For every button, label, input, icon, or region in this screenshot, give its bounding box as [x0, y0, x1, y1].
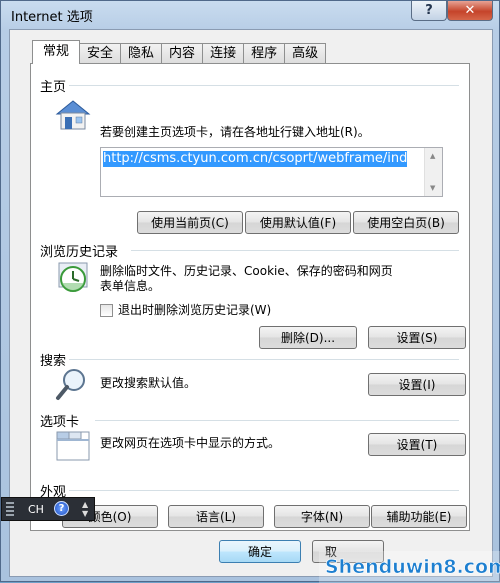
house-icon: [55, 100, 91, 130]
internet-options-window: Internet 选项 ? ✕ 常规 安全 隐私 内容 连接 程序 高级 主页 …: [0, 0, 500, 583]
history-description-line2: 表单信息。: [100, 279, 161, 293]
tab-strip: 常规 安全 隐私 内容 连接 程序 高级: [32, 40, 327, 64]
tab-security[interactable]: 安全: [79, 43, 122, 64]
tabs-settings-button[interactable]: 设置(T): [368, 433, 466, 456]
history-clock-icon: [58, 262, 88, 292]
magnifier-icon: [56, 369, 85, 400]
language-bar-grip[interactable]: [6, 502, 14, 516]
close-button[interactable]: ✕: [447, 1, 493, 21]
delete-on-exit-label[interactable]: 退出时删除浏览历史记录(W): [118, 303, 271, 318]
tab-connections[interactable]: 连接: [202, 43, 245, 64]
home-group-title: 主页: [40, 80, 67, 95]
accessibility-button[interactable]: 辅助功能(E): [371, 505, 467, 528]
history-group-title: 浏览历史记录: [40, 245, 119, 260]
dialog-client-area: 常规 安全 隐私 内容 连接 程序 高级 主页 若要创建主页选项卡，请在各地址行…: [9, 29, 493, 577]
watermark-text: Shenduwin8.com: [325, 556, 500, 578]
home-url-textarea[interactable]: http://csms.ctyun.com.cn/csoprt/webframe…: [100, 147, 443, 197]
tabs-window-icon: [56, 431, 90, 461]
scroll-down-icon[interactable]: ▼: [430, 184, 435, 192]
tabs-description: 更改网页在选项卡中显示的方式。: [100, 436, 281, 450]
delete-history-button[interactable]: 删除(D)...: [259, 326, 357, 349]
tab-advanced[interactable]: 高级: [284, 43, 327, 64]
search-group-divider: [69, 359, 459, 360]
use-current-button[interactable]: 使用当前页(C): [137, 211, 243, 234]
tabs-group-divider: [95, 420, 459, 421]
history-settings-button[interactable]: 设置(S): [368, 326, 466, 349]
url-scrollbar[interactable]: ▲ ▼: [424, 148, 442, 196]
history-group-divider: [131, 250, 459, 251]
home-description: 若要创建主页选项卡，请在各地址行键入地址(R)。: [100, 125, 370, 139]
use-blank-button[interactable]: 使用空白页(B): [353, 211, 459, 234]
use-default-button[interactable]: 使用默认值(F): [245, 211, 351, 234]
search-description: 更改搜索默认值。: [100, 376, 197, 390]
language-help-icon[interactable]: ?: [54, 501, 69, 516]
tab-content[interactable]: 内容: [161, 43, 204, 64]
tab-programs[interactable]: 程序: [243, 43, 286, 64]
home-url-value[interactable]: http://csms.ctyun.com.cn/csoprt/webframe…: [103, 151, 408, 167]
help-button[interactable]: ?: [411, 1, 447, 21]
home-group-divider: [69, 85, 459, 86]
tab-general[interactable]: 常规: [32, 40, 81, 64]
language-bar[interactable]: CH ? ▲ ▼: [1, 497, 95, 521]
search-settings-button[interactable]: 设置(I): [368, 373, 466, 396]
ok-button[interactable]: 确定: [219, 540, 301, 563]
site-watermark-logo: Shenduwin8.com: [319, 551, 500, 583]
tab-privacy[interactable]: 隐私: [120, 43, 163, 64]
languages-button[interactable]: 语言(L): [168, 505, 264, 528]
window-title: Internet 选项: [11, 10, 93, 25]
appearance-group-divider: [69, 490, 459, 491]
language-bar-options-icon[interactable]: ▲ ▼: [82, 500, 88, 518]
history-description-line1: 删除临时文件、历史记录、Cookie、保存的密码和网页: [100, 264, 393, 278]
delete-on-exit-checkbox[interactable]: [100, 304, 113, 317]
fonts-button[interactable]: 字体(N): [274, 505, 370, 528]
general-tab-panel: 主页 若要创建主页选项卡，请在各地址行键入地址(R)。 http://csms.…: [30, 63, 470, 531]
input-language-indicator[interactable]: CH: [28, 503, 44, 516]
scroll-up-icon[interactable]: ▲: [430, 152, 435, 160]
